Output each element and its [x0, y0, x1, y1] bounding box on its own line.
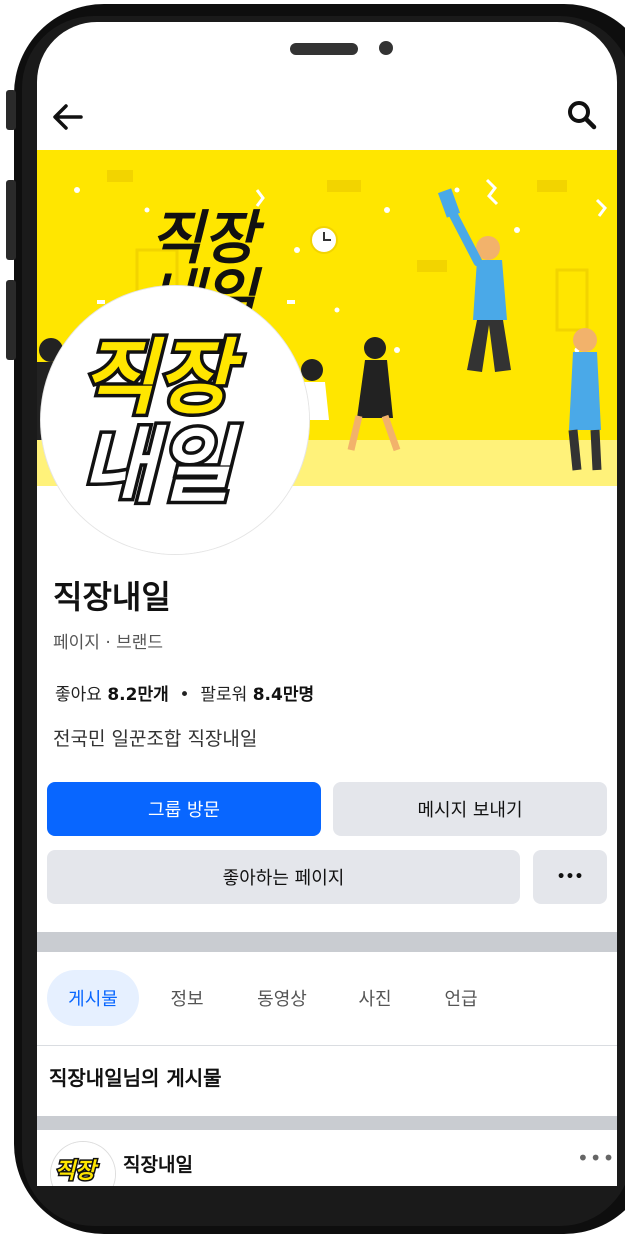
search-icon[interactable]: [565, 98, 599, 132]
posts-divider: [37, 1116, 617, 1130]
posts-section-title: 직장내일님의 게시물: [49, 1066, 222, 1090]
tab-about[interactable]: 정보: [159, 970, 215, 1026]
mute-switch: [6, 90, 16, 130]
avatar-logo-line1: 직장: [81, 331, 243, 426]
send-message-button[interactable]: 메시지 보내기: [333, 782, 607, 836]
page-category: 페이지 · 브랜드: [53, 633, 164, 653]
post-avatar-text: 직장: [55, 1159, 99, 1184]
top-bar: [37, 92, 617, 142]
page-title: 직장내일: [53, 578, 171, 616]
avatar-logo-line2: 내일: [81, 419, 240, 514]
post-author-name[interactable]: 직장내일: [123, 1150, 193, 1177]
section-divider: [37, 932, 617, 952]
post-avatar-logo: 직장: [51, 1142, 115, 1186]
avatar-logo: 직장 내일: [41, 286, 309, 554]
profile-tabs: 게시물 정보 동영상 사진 언급: [37, 970, 617, 1026]
camera-dot: [379, 41, 393, 55]
likes-label: 좋아요: [55, 685, 102, 705]
liked-page-button[interactable]: 좋아하는 페이지: [47, 850, 520, 904]
back-arrow-icon[interactable]: [51, 102, 85, 132]
page-bio: 전국민 일꾼조합 직장내일: [53, 728, 258, 750]
more-options-button[interactable]: •••: [533, 850, 607, 904]
followers-label: 팔로워: [200, 685, 248, 705]
likes-count: 8.2만개: [107, 685, 169, 705]
page-avatar[interactable]: 직장 내일: [41, 286, 309, 554]
volume-down-button: [6, 280, 16, 360]
stats-separator: •: [179, 685, 190, 705]
page-stats[interactable]: 좋아요 8.2만개 • 팔로워 8.4만명: [55, 680, 314, 705]
tabs-underline: [37, 1045, 617, 1046]
post-author-avatar[interactable]: 직장: [51, 1142, 115, 1186]
tab-mentions[interactable]: 언급: [433, 970, 489, 1026]
tab-photos[interactable]: 사진: [347, 970, 403, 1026]
volume-up-button: [6, 180, 16, 260]
tab-videos[interactable]: 동영상: [245, 970, 319, 1026]
tab-posts[interactable]: 게시물: [47, 970, 139, 1026]
post-more-button[interactable]: •••: [577, 1146, 615, 1170]
followers-count: 8.4만명: [252, 685, 315, 705]
speaker-notch: [290, 43, 358, 55]
visit-group-button[interactable]: 그룹 방문: [47, 782, 321, 836]
app-screen: 직장 내일: [37, 22, 617, 1186]
